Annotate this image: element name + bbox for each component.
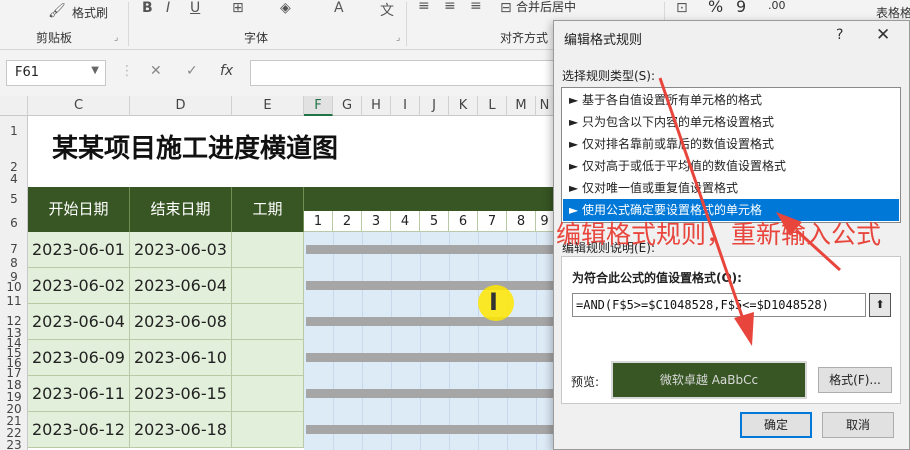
annotation-arrow-head: [734, 312, 754, 346]
annotation-arrow-line: [794, 228, 842, 272]
annotation-arrows: [658, 77, 842, 346]
excel-window: 🖌 格式刷 剪贴板 ⌟ B I U ⊞ ◈ A 文 字体 ⌟ ≡ ≡ ≡ ⊟ 合…: [0, 0, 910, 450]
annotation-arrow-line: [658, 77, 746, 323]
